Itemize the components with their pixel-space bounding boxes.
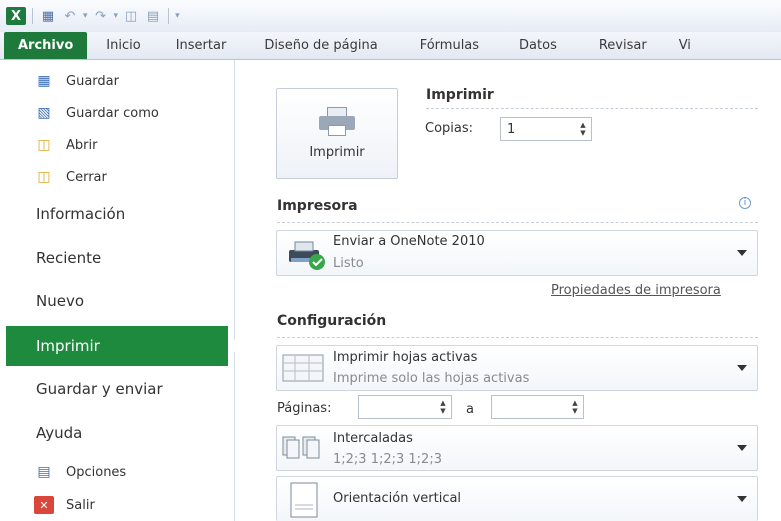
print-button[interactable]: Imprimir: [276, 88, 398, 179]
nav-command-salir[interactable]: ✕ Salir: [34, 496, 95, 514]
collated-pages-icon: [282, 436, 320, 459]
print-section-title: Imprimir: [426, 87, 494, 103]
nav-command-label: Opciones: [66, 464, 127, 480]
open-icon[interactable]: ◫: [122, 8, 140, 24]
chevron-down-icon: [737, 445, 747, 451]
chevron-down-icon: [737, 365, 747, 371]
spin-arrows-icon[interactable]: ▲ ▼: [575, 121, 591, 137]
nav-command-abrir[interactable]: ◫ Abrir: [34, 136, 97, 154]
undo-dropdown-icon[interactable]: ▾: [83, 11, 88, 21]
printer-section-title: Impresora: [277, 198, 358, 214]
nav-command-guardar[interactable]: ▦ Guardar: [34, 72, 119, 90]
save-icon[interactable]: ▦: [39, 8, 57, 24]
copies-stepper[interactable]: 1 ▲ ▼: [500, 117, 592, 141]
toolbar-separator: [32, 8, 33, 24]
tab-archivo[interactable]: Archivo: [4, 32, 88, 59]
open-folder-icon: ◫: [37, 137, 51, 153]
nav-item-guardar-y-enviar[interactable]: Guardar y enviar: [36, 380, 163, 398]
nav-command-label: Abrir: [66, 137, 98, 153]
save-icon: ▦: [37, 73, 51, 89]
pages-to-label: a: [466, 402, 474, 417]
pages-from-stepper[interactable]: ▲ ▼: [358, 395, 452, 419]
print-scope-dropdown[interactable]: Imprimir hojas activas Imprime solo las …: [276, 345, 758, 391]
printer-status: Listo: [333, 256, 364, 271]
printer-ready-icon: [289, 241, 325, 270]
section-divider: [277, 222, 758, 223]
copies-label: Copias:: [425, 121, 474, 136]
tab-diseno-de-pagina[interactable]: Diseño de página: [242, 32, 399, 59]
print-preview-icon[interactable]: ▤: [144, 8, 162, 24]
nav-command-label: Cerrar: [66, 169, 107, 185]
redo-icon[interactable]: ↷: [92, 8, 110, 24]
tab-formulas[interactable]: Fórmulas: [400, 32, 499, 59]
collation-dropdown[interactable]: Intercaladas 1;2;3 1;2;3 1;2;3: [276, 425, 758, 471]
nav-command-label: Guardar como: [66, 105, 159, 121]
close-folder-icon: ◫: [37, 169, 51, 185]
collation-description: 1;2;3 1;2;3 1;2;3: [333, 452, 442, 467]
tab-revisar[interactable]: Revisar: [577, 32, 669, 59]
nav-item-nuevo[interactable]: Nuevo: [36, 292, 84, 310]
redo-dropdown-icon[interactable]: ▾: [114, 11, 119, 21]
nav-command-opciones[interactable]: ▤ Opciones: [34, 463, 126, 481]
printer-properties-link[interactable]: Propiedades de impresora: [551, 283, 721, 298]
tab-datos[interactable]: Datos: [499, 32, 577, 59]
printer-name: Enviar a OneNote 2010: [333, 234, 485, 249]
undo-icon[interactable]: ↶: [61, 8, 79, 24]
copies-value[interactable]: 1: [501, 122, 575, 137]
tab-inicio[interactable]: Inicio: [87, 32, 159, 59]
orientation-dropdown[interactable]: Orientación vertical: [276, 476, 758, 521]
section-divider: [426, 108, 758, 109]
nav-command-label: Salir: [66, 497, 95, 513]
excel-app-icon[interactable]: X: [6, 7, 26, 25]
nav-item-imprimir[interactable]: Imprimir: [6, 326, 236, 366]
nav-item-informacion[interactable]: Información: [36, 205, 125, 223]
exit-icon: ✕: [34, 496, 54, 514]
nav-command-cerrar[interactable]: ◫ Cerrar: [34, 168, 107, 186]
orientation-label: Orientación vertical: [333, 491, 462, 506]
toolbar-separator: [168, 8, 170, 24]
spin-arrows-icon[interactable]: ▲ ▼: [435, 399, 451, 415]
printer-icon: [317, 107, 357, 137]
nav-item-ayuda[interactable]: Ayuda: [36, 424, 82, 442]
options-icon: ▤: [37, 464, 51, 480]
sheets-icon: [282, 354, 324, 382]
section-divider: [277, 337, 758, 338]
chevron-down-icon: [737, 496, 747, 502]
save-as-icon: ▧: [37, 105, 51, 121]
nav-command-label: Guardar: [66, 73, 119, 89]
tab-vista[interactable]: Vi: [669, 32, 701, 59]
collation-label: Intercaladas: [333, 431, 413, 446]
printer-dropdown[interactable]: Enviar a OneNote 2010 Listo: [276, 230, 758, 276]
nav-item-reciente[interactable]: Reciente: [36, 249, 101, 267]
spin-arrows-icon[interactable]: ▲ ▼: [567, 399, 583, 415]
nav-command-guardar-como[interactable]: ▧ Guardar como: [34, 104, 159, 122]
backstage-nav: ▦ Guardar ▧ Guardar como ◫ Abrir ◫ Cerra…: [0, 60, 236, 521]
print-scope-description: Imprime solo las hojas activas: [333, 371, 530, 386]
portrait-page-icon: [290, 482, 318, 518]
tab-insertar[interactable]: Insertar: [160, 32, 243, 59]
settings-section-title: Configuración: [277, 313, 387, 329]
quick-access-toolbar: X ▦ ↶ ▾ ↷ ▾ ◫ ▤ ▾: [0, 0, 781, 32]
ribbon-tabs: Archivo Inicio Insertar Diseño de página…: [0, 32, 781, 60]
info-icon[interactable]: i: [739, 197, 751, 209]
customize-toolbar-icon[interactable]: ▾: [175, 11, 180, 21]
print-scope-label: Imprimir hojas activas: [333, 350, 478, 365]
print-button-label: Imprimir: [309, 145, 365, 160]
pages-to-stepper[interactable]: ▲ ▼: [491, 395, 584, 419]
chevron-down-icon: [737, 250, 747, 256]
pages-label: Páginas:: [277, 401, 332, 416]
